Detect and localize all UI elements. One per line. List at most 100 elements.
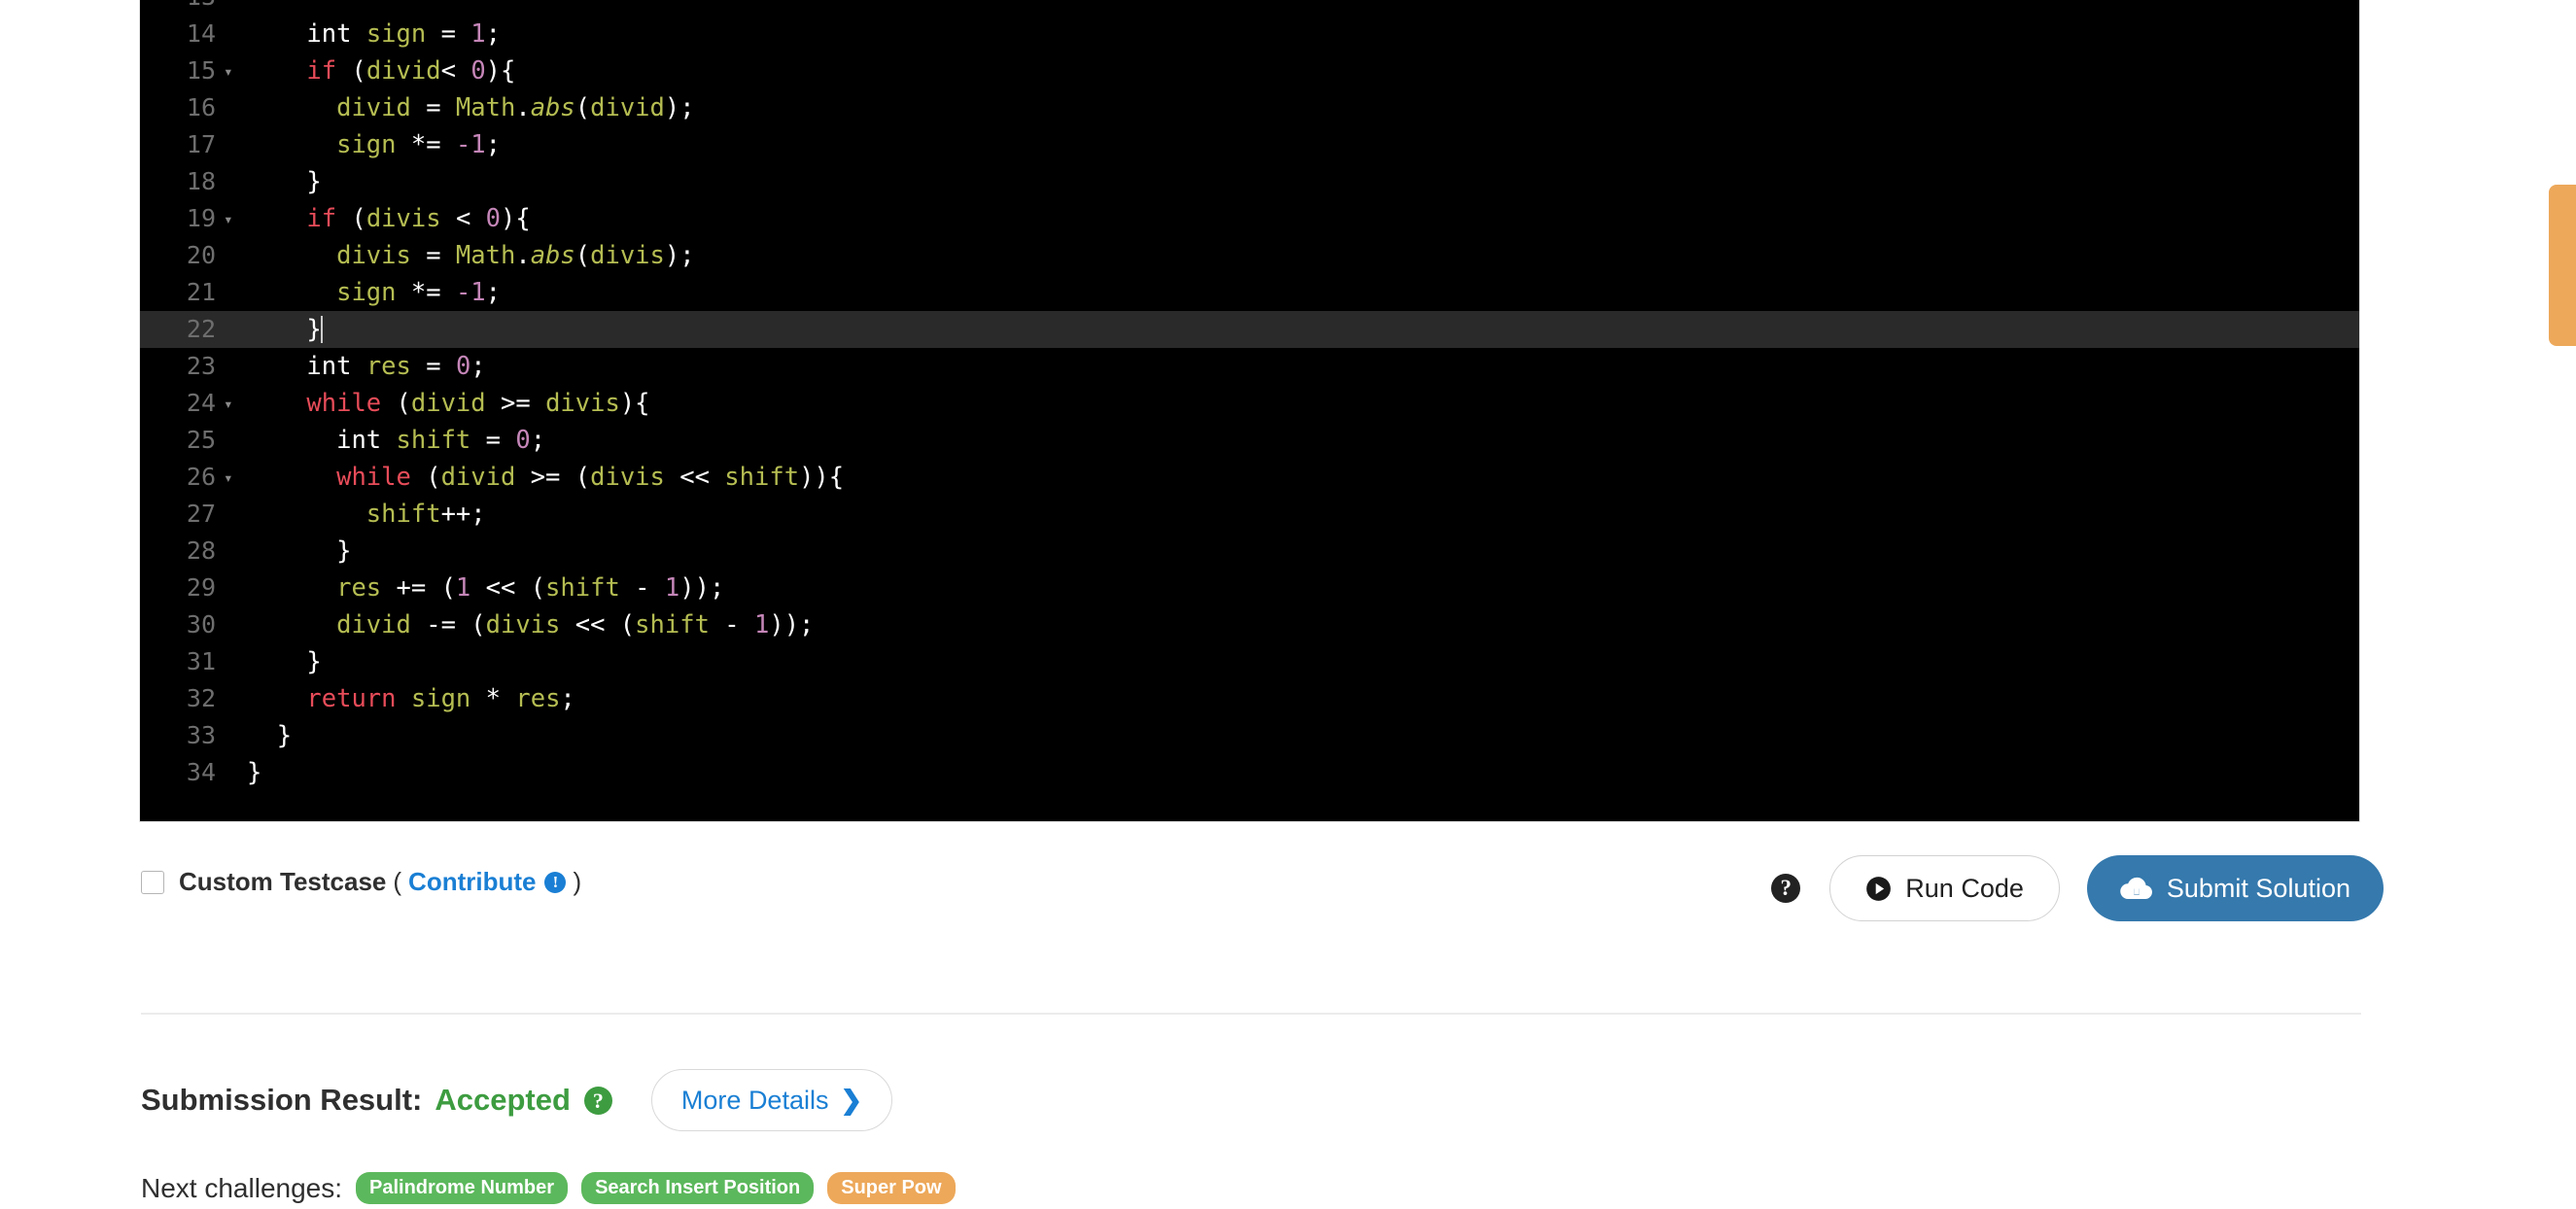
code-token: divis — [545, 389, 620, 418]
code-token: divis — [590, 241, 665, 270]
line-number: 16 — [186, 93, 216, 121]
code-token: 1 — [664, 573, 680, 603]
code-token: -1 — [455, 130, 486, 159]
more-details-button[interactable]: More Details ❯ — [650, 1069, 893, 1131]
code-token: )); — [769, 610, 815, 639]
line-number: 33 — [186, 721, 216, 749]
code-token: ); — [664, 241, 695, 270]
help-icon[interactable]: ? — [1771, 874, 1801, 903]
code-text: } — [306, 643, 321, 680]
code-text: while (divid >= divis){ — [306, 385, 649, 422]
code-token: divid — [366, 56, 441, 86]
run-code-label: Run Code — [1905, 873, 2024, 903]
line-number: 23 — [186, 352, 216, 380]
code-token: << ( — [560, 610, 636, 639]
code-token: ( — [574, 241, 591, 270]
code-line[interactable]: 30 divid -= (divis << (shift - 1)); — [140, 606, 2359, 643]
code-token: sign — [336, 130, 397, 159]
line-number: 34 — [186, 758, 216, 786]
code-token: = — [410, 241, 456, 270]
run-code-button[interactable]: Run Code — [1829, 855, 2060, 921]
code-token: divid — [590, 93, 665, 122]
code-token: 0 — [515, 426, 531, 455]
challenge-badge[interactable]: Search Insert Position — [581, 1172, 815, 1204]
code-token: sign — [410, 684, 471, 713]
code-text: } — [277, 717, 292, 754]
info-icon[interactable]: ! — [544, 871, 567, 893]
code-line[interactable]: 18} — [140, 163, 2359, 200]
code-token: if — [306, 204, 337, 233]
code-line[interactable]: 27 shift++; — [140, 496, 2359, 533]
submit-solution-button[interactable]: Submit Solution — [2086, 855, 2384, 921]
code-line[interactable]: 14 int sign = 1; — [140, 16, 2359, 52]
submission-result-row: Submission Result: Accepted ? More Detai… — [141, 1069, 893, 1131]
section-divider — [141, 1013, 2361, 1015]
code-token: ){ — [485, 56, 516, 86]
code-line[interactable]: 32 return sign * res; — [140, 680, 2359, 717]
code-line[interactable]: 20 divis = Math.abs(divis); — [140, 237, 2359, 274]
code-line[interactable]: 13 — [140, 0, 2359, 16]
fold-arrow-icon[interactable]: ▾ — [224, 386, 233, 423]
feedback-side-tab[interactable] — [2549, 185, 2576, 346]
fold-arrow-icon[interactable]: ▾ — [224, 201, 233, 238]
code-token: shift — [366, 500, 441, 529]
code-lines-container[interactable]: 1314int sign = 1;15▾if (divid< 0){16divi… — [140, 0, 2359, 791]
editor-action-bar: Custom Testcase ( Contribute ! ) ? Run C… — [0, 855, 2576, 952]
code-line[interactable]: 23 int res = 0; — [140, 348, 2359, 385]
code-line[interactable]: 24 ▾ while (divid >= divis){ — [140, 385, 2359, 422]
code-line[interactable]: 17 sign *= -1; — [140, 126, 2359, 163]
code-token: << ( — [470, 573, 546, 603]
custom-testcase-checkbox[interactable] — [141, 870, 164, 894]
line-number: 13 — [140, 0, 216, 16]
code-line[interactable]: 29 res += (1 << (shift - 1)); — [140, 570, 2359, 606]
code-token: divid — [410, 389, 486, 418]
code-line[interactable]: 33} — [140, 717, 2359, 754]
line-number: 21 — [186, 278, 216, 306]
code-token: ; — [485, 278, 502, 307]
code-token: - — [709, 610, 754, 639]
code-token: divid — [336, 610, 411, 639]
code-line[interactable]: 28} — [140, 533, 2359, 570]
code-line[interactable]: 15 ▾ if (divid< 0){ — [140, 52, 2359, 89]
code-token: = — [410, 93, 456, 122]
code-text: divis = Math.abs(divis); — [336, 237, 695, 274]
code-line[interactable]: 16 divid = Math.abs(divid); — [140, 89, 2359, 126]
code-line[interactable]: 31} — [140, 643, 2359, 680]
cloud-upload-icon — [2120, 877, 2152, 899]
code-token: while — [336, 463, 411, 492]
fold-arrow-icon[interactable]: ▾ — [224, 460, 233, 497]
code-text: } — [306, 311, 323, 348]
line-number: 15 — [186, 56, 216, 85]
contribute-link[interactable]: Contribute — [408, 867, 536, 897]
code-text: int sign = 1; — [306, 16, 501, 52]
code-token: res — [515, 684, 561, 713]
code-line[interactable]: 26 ▾ while (divid >= (divis << shift)){ — [140, 459, 2359, 496]
code-line[interactable]: 22} — [140, 311, 2359, 348]
line-number: 31 — [186, 647, 216, 675]
code-token: 0 — [485, 204, 502, 233]
code-token: += ( — [381, 573, 456, 603]
next-challenges-row: Next challenges: Palindrome Number Search… — [141, 1172, 956, 1204]
help-icon[interactable]: ? — [583, 1086, 612, 1115]
code-line[interactable]: 34} — [140, 754, 2359, 791]
code-line[interactable]: 25 int shift = 0; — [140, 422, 2359, 459]
code-token: = — [410, 352, 456, 381]
code-token: = — [426, 19, 471, 49]
code-token: -= ( — [410, 610, 486, 639]
code-text: } — [306, 163, 321, 200]
code-token: . — [515, 241, 531, 270]
code-line[interactable]: 19 ▾ if (divis < 0){ — [140, 200, 2359, 237]
line-number: 30 — [186, 610, 216, 639]
code-line[interactable]: 21 sign *= -1; — [140, 274, 2359, 311]
code-token: ; — [560, 684, 575, 713]
fold-arrow-icon[interactable]: ▾ — [224, 53, 233, 90]
code-token: divis — [590, 463, 665, 492]
challenge-badge[interactable]: Palindrome Number — [356, 1172, 569, 1204]
code-editor[interactable]: 1314int sign = 1;15▾if (divid< 0){16divi… — [139, 0, 2360, 822]
code-token: < — [440, 56, 471, 86]
line-number: 19 — [186, 204, 216, 232]
challenge-badge[interactable]: Super Pow — [827, 1172, 956, 1204]
line-number: 14 — [186, 19, 216, 48]
